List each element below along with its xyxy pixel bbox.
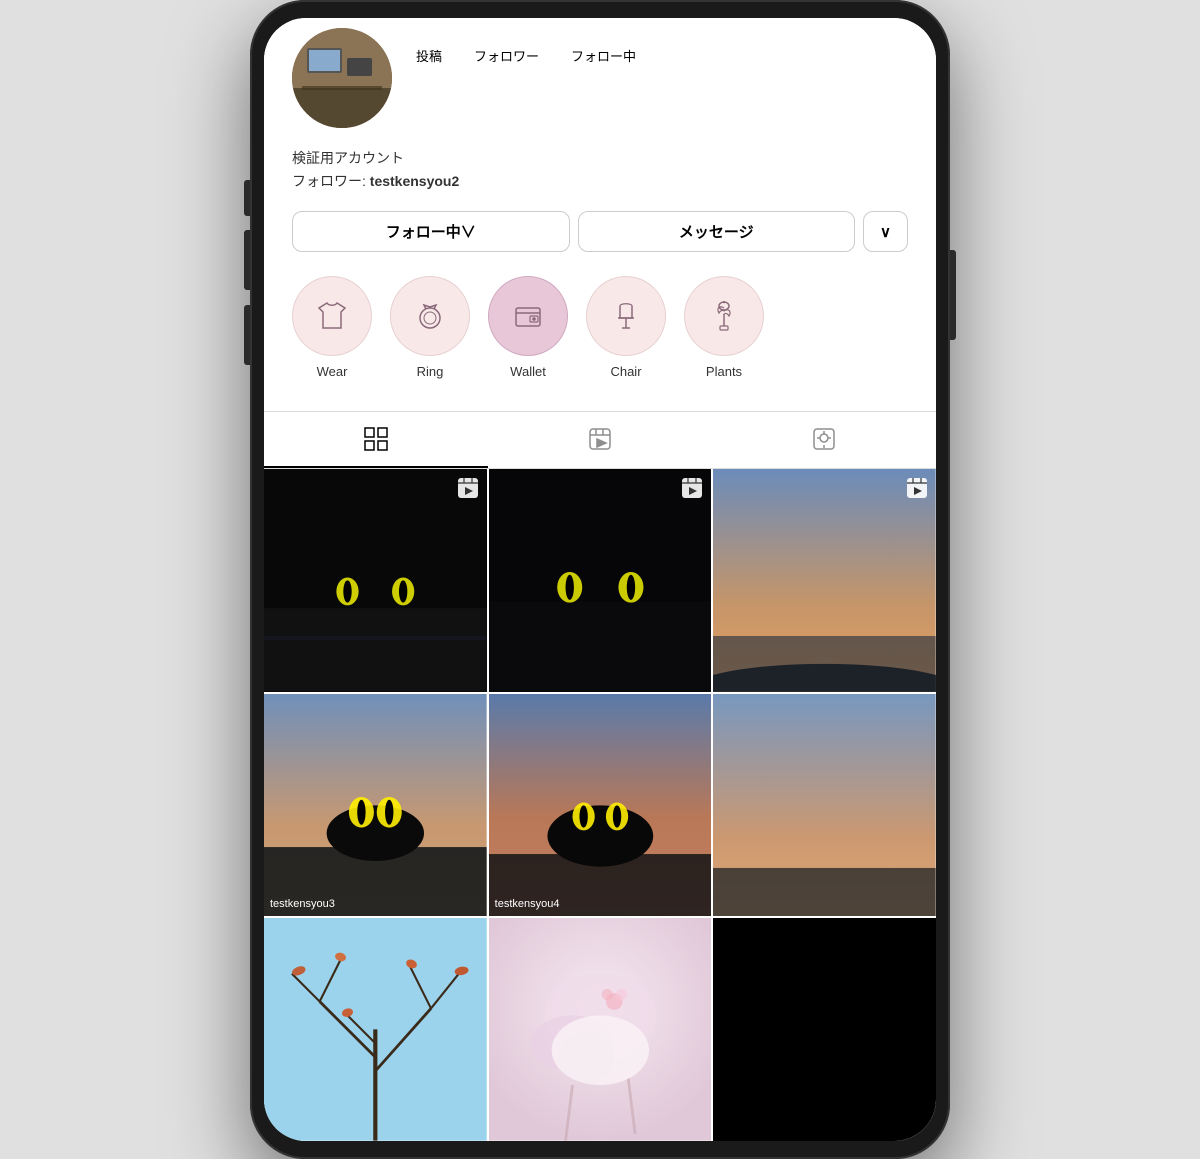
reel-badge-3	[906, 477, 928, 504]
grid-cell-7[interactable]	[264, 918, 487, 1141]
chair-icon	[608, 298, 644, 334]
profile-info: 検証用アカウント フォロワー: testkensyou2	[292, 144, 908, 201]
message-button[interactable]: メッセージ	[578, 211, 856, 252]
highlights-row: Wear Ring	[292, 268, 908, 395]
profile-section: 投稿 フォロワー フォロー中 検証用アカウント フォロワー: testke	[264, 18, 936, 411]
grid-cell-5[interactable]: testkensyou4	[489, 694, 712, 917]
grid-cell-9[interactable]	[713, 918, 936, 1141]
cat-photo-1	[264, 694, 487, 917]
tagged-icon	[811, 426, 837, 452]
cell-label-4: testkensyou3	[270, 898, 335, 910]
highlight-wear[interactable]: Wear	[292, 276, 372, 379]
avatar	[292, 28, 392, 128]
cell-label-5: testkensyou4	[495, 898, 560, 910]
tab-bar	[264, 411, 936, 469]
power-button	[950, 250, 956, 340]
tab-grid[interactable]	[264, 412, 488, 468]
tab-reels[interactable]	[488, 412, 712, 468]
volume-up-button	[244, 230, 250, 290]
profile-follower: フォロワー: testkensyou2	[292, 171, 908, 191]
highlight-plants[interactable]: Plants	[684, 276, 764, 379]
sunset-image-1	[713, 469, 936, 692]
following-label: フォロー中	[571, 46, 636, 65]
stats-row: 投稿 フォロワー フォロー中	[416, 28, 636, 65]
more-button[interactable]: ∨	[863, 211, 908, 252]
chair-label: Chair	[610, 364, 641, 379]
stat-following: フォロー中	[571, 44, 636, 65]
volume-silent-button	[244, 180, 250, 216]
highlight-wear-circle	[292, 276, 372, 356]
phone-screen: 投稿 フォロワー フォロー中 検証用アカウント フォロワー: testke	[264, 18, 936, 1141]
profile-top: 投稿 フォロワー フォロー中	[292, 18, 908, 144]
highlight-ring-circle	[390, 276, 470, 356]
reel-icon-svg-3	[906, 477, 928, 499]
profile-description: 検証用アカウント	[292, 148, 908, 169]
grid-cell-2[interactable]	[489, 469, 712, 692]
wallet-label: Wallet	[510, 364, 546, 379]
avatar-svg	[292, 28, 392, 128]
ring-icon	[412, 298, 448, 334]
grid-cell-8[interactable]	[489, 918, 712, 1141]
grid-cell-4[interactable]: testkensyou3	[264, 694, 487, 917]
highlight-chair-circle	[586, 276, 666, 356]
highlight-wallet-circle	[488, 276, 568, 356]
reel-icon-svg	[457, 477, 479, 499]
cat-photo-2	[489, 694, 712, 917]
follower-name[interactable]: testkensyou2	[370, 173, 459, 189]
phone-frame: 投稿 フォロワー フォロー中 検証用アカウント フォロワー: testke	[250, 0, 950, 1159]
post-grid: testkensyou3	[264, 469, 936, 1141]
highlight-wallet[interactable]: Wallet	[488, 276, 568, 379]
plants-label: Plants	[706, 364, 742, 379]
grid-icon	[363, 426, 389, 452]
stat-followers: フォロワー	[474, 44, 539, 65]
cat-image-1	[264, 469, 487, 692]
avatar-image	[292, 28, 392, 128]
highlight-ring[interactable]: Ring	[390, 276, 470, 379]
reel-badge-1	[457, 477, 479, 504]
wallet-icon	[510, 298, 546, 334]
follow-button[interactable]: フォロー中∨	[292, 211, 570, 252]
reel-badge-2	[681, 477, 703, 504]
highlight-chair[interactable]: Chair	[586, 276, 666, 379]
reels-icon	[587, 426, 613, 452]
tab-tagged[interactable]	[712, 412, 936, 468]
reel-icon-svg-2	[681, 477, 703, 499]
stat-posts: 投稿	[416, 44, 442, 65]
followers-label: フォロワー	[474, 46, 539, 65]
grid-cell-3[interactable]	[713, 469, 936, 692]
sunset-photo-2	[713, 694, 936, 917]
plant-icon	[706, 298, 742, 334]
shirt-icon	[314, 298, 350, 334]
soft-photo	[489, 918, 712, 1141]
ring-label: Ring	[417, 364, 444, 379]
cat-image-2	[489, 469, 712, 692]
wear-label: Wear	[317, 364, 348, 379]
posts-label: 投稿	[416, 46, 442, 65]
branches-photo	[264, 918, 487, 1141]
avatar-container	[292, 28, 392, 128]
grid-cell-1[interactable]	[264, 469, 487, 692]
highlight-plants-circle	[684, 276, 764, 356]
volume-down-button	[244, 305, 250, 365]
grid-cell-6[interactable]	[713, 694, 936, 917]
action-buttons: フォロー中∨ メッセージ ∨	[292, 211, 908, 252]
